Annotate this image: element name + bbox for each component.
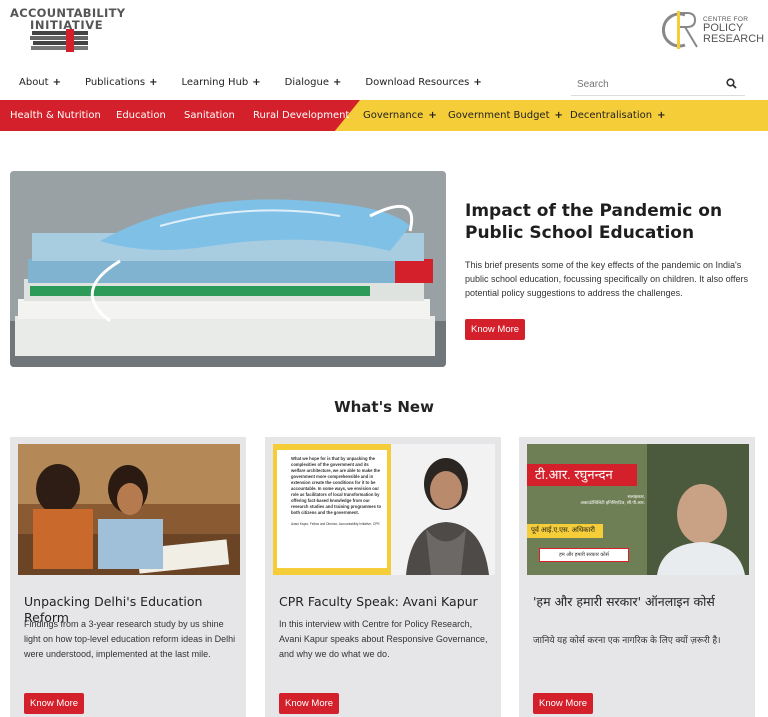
card-know-more-button[interactable]: Know More [24,693,85,714]
nav-about[interactable]: About + [19,77,61,88]
quote-text: What we hope for is that by unpacking th… [291,456,382,515]
category-education[interactable]: Education [116,110,166,121]
portrait-illustration [391,444,495,575]
category-government-budget[interactable]: Government Budget + [448,110,563,121]
card-title[interactable]: CPR Faculty Speak: Avani Kapur [279,594,491,610]
card-text: In this interview with Centre for Policy… [279,619,488,659]
card-image-students [18,444,240,575]
card-image-video: टी.आर. रघुनन्दन सलाहकार, अकाउंटेबिलिटी इ… [527,444,749,575]
books-mask-illustration [10,171,446,367]
category-sanitation[interactable]: Sanitation [184,110,235,121]
video-sub2: अकाउंटेबिलिटी इनिशिएटिव, सी.पी.आर. [580,500,645,505]
accountability-initiative-logo[interactable]: ACCOUNTABILITY INITIATIVE [10,7,125,53]
category-decentralisation[interactable]: Decentralisation + [570,110,665,121]
cpr-logo-research: RESEARCH [703,33,765,45]
quote-author: Avani Kapur, Fellow and Director, Accoun… [291,522,380,526]
category-governance[interactable]: Governance + [363,110,437,121]
nav-dialogue[interactable]: Dialogue + [285,77,342,88]
search-input[interactable] [571,74,711,95]
hero-image [10,171,446,367]
news-card-avani-kapur: What we hope for is that by unpacking th… [265,437,501,717]
video-sub3: पूर्व आई.ए.एस. अधिकारी [527,524,603,538]
news-card-hindi-course: टी.आर. रघुनन्दन सलाहकार, अकाउंटेबिलिटी इ… [519,437,755,717]
nav-publications[interactable]: Publications + [85,77,157,88]
books-icon [30,29,88,52]
video-course-box: हम और हमारी सरकार कोर्स [539,548,629,562]
category-health-nutrition[interactable]: Health & Nutrition [10,110,101,121]
category-bar: Health & Nutrition Education Sanitation … [0,100,768,131]
card-image-quote: What we hope for is that by unpacking th… [273,444,495,575]
nav-download-resources[interactable]: Download Resources + [365,77,481,88]
cpr-logo[interactable]: CENTRE FOR POLICY RESEARCH [657,9,764,53]
main-nav: About + Publications + Learning Hub + Dialo… [19,77,506,88]
card-title[interactable]: 'हम और हमारी सरकार' ऑनलाइन कोर्स [533,594,745,610]
nav-learning-hub[interactable]: Learning Hub + [181,77,260,88]
news-card-delhi-education: Unpacking Delhi's Education Reform Findi… [10,437,246,717]
hero-description: This brief presents some of the key effe… [465,260,748,298]
card-know-more-button[interactable]: Know More [533,693,594,714]
card-know-more-button[interactable]: Know More [279,693,340,714]
search-icon[interactable] [726,78,737,89]
category-rural-development[interactable]: Rural Development [253,110,349,121]
hero-title[interactable]: Impact of the Pandemic on Public School … [465,200,755,244]
card-text: Findings from a 3-year research study by… [24,619,236,659]
whats-new-heading: What's New [334,398,434,416]
card-text: जानिये यह कोर्स करना एक नागरिक के लिए क्… [533,635,721,645]
video-name-banner: टी.आर. रघुनन्दन [527,464,637,486]
search-box [571,74,745,96]
hero-know-more-button[interactable]: Know More [465,319,526,340]
cpr-mark-icon [662,11,698,49]
